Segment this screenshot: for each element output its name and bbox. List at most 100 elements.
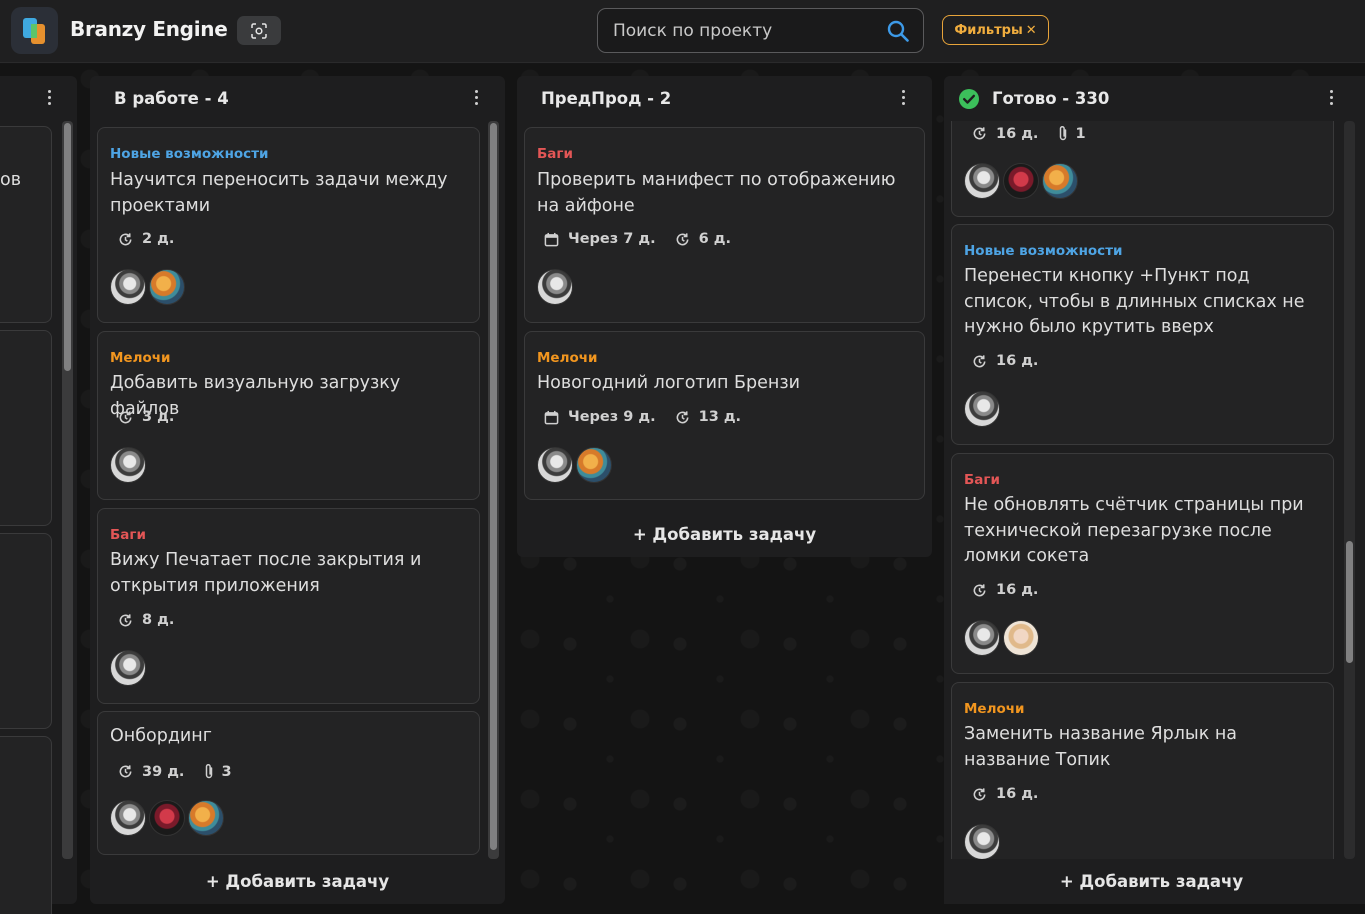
card-assignees — [537, 269, 576, 305]
search-placeholder: Поиск по проекту — [613, 21, 773, 41]
add-task-button[interactable]: + Добавить задачу — [517, 525, 932, 544]
task-card[interactable] — [0, 533, 52, 729]
avatar[interactable] — [110, 650, 146, 686]
filters-button[interactable]: Фильтры ✕ — [942, 15, 1049, 45]
task-card[interactable]: Мелочи Заменить название Ярлык на назван… — [951, 682, 1334, 872]
task-card[interactable]: Баги Вижу Печатает после закрытия и откр… — [97, 508, 480, 704]
avatar[interactable] — [537, 447, 573, 483]
history-icon — [119, 232, 132, 245]
card-meta: 2 д. — [118, 231, 193, 247]
card-meta: 3 д. — [118, 409, 193, 425]
avatar[interactable] — [110, 269, 146, 305]
card-age: 8 д. — [142, 612, 175, 628]
card-tag: Новые возможности — [110, 146, 269, 162]
card-assignees — [964, 620, 1042, 656]
avatar[interactable] — [537, 269, 573, 305]
focus-icon — [251, 22, 267, 39]
kebab-menu-icon[interactable] — [1330, 90, 1334, 108]
task-card[interactable]: Мелочи Добавить визуальную загрузку файл… — [97, 331, 480, 500]
column-in-progress: В работе - 4 Новые возможности Научится … — [90, 76, 505, 904]
card-tag: Баги — [537, 146, 573, 162]
avatar[interactable] — [1003, 163, 1039, 199]
close-icon[interactable]: ✕ — [1026, 23, 1037, 38]
column-title: В работе - 4 — [114, 89, 229, 108]
history-icon — [119, 613, 132, 626]
history-icon — [973, 354, 986, 367]
card-title: Перенести кнопку +Пункт под список, чтоб… — [964, 266, 1305, 337]
avatar[interactable] — [1042, 163, 1078, 199]
column-partial: ов — [0, 76, 77, 914]
avatar[interactable] — [188, 800, 224, 836]
kebab-menu-icon[interactable] — [475, 90, 479, 108]
avatar[interactable] — [149, 800, 185, 836]
task-card[interactable]: Новые возможности Научится переносить за… — [97, 127, 480, 323]
card-tag: Мелочи — [110, 350, 171, 366]
card-age: 16 д. — [996, 582, 1039, 598]
card-meta: Через 7 д. 6 д. — [544, 231, 750, 247]
avatar[interactable] — [964, 620, 1000, 656]
avatar[interactable] — [110, 447, 146, 483]
task-card[interactable]: Новые возможности Перенести кнопку +Пунк… — [951, 224, 1334, 445]
column-title: Готово - 330 — [992, 89, 1110, 108]
task-card[interactable]: Баги Проверить манифест по отображению н… — [524, 127, 925, 323]
search-input[interactable]: Поиск по проекту — [597, 8, 924, 53]
card-meta: Через 9 д. 13 д. — [544, 409, 760, 425]
card-assignees — [110, 447, 149, 483]
scrollbar-thumb[interactable] — [1346, 541, 1353, 663]
search-icon[interactable] — [887, 20, 909, 42]
card-title: Онбординг — [110, 726, 212, 746]
calendar-icon — [544, 410, 559, 424]
scrollbar-thumb[interactable] — [64, 123, 71, 371]
card-age: 39 д. — [142, 763, 185, 780]
screenshot-button[interactable] — [237, 16, 281, 45]
kebab-menu-icon[interactable] — [902, 90, 906, 108]
task-card[interactable]: ов — [0, 126, 52, 323]
check-circle-icon — [959, 89, 979, 109]
task-card[interactable]: Онбординг 39 д. 3 — [97, 711, 480, 855]
avatar[interactable] — [964, 824, 1000, 860]
card-assignees — [110, 800, 227, 836]
card-assignees — [964, 391, 1003, 427]
card-title: Проверить манифест по отображению на айф… — [537, 170, 896, 216]
card-title: Научится переносить задачи между проекта… — [110, 170, 448, 216]
card-due: Через 7 д. — [568, 231, 656, 247]
card-age: 3 д. — [142, 409, 175, 425]
add-task-button[interactable]: + Добавить задачу — [944, 872, 1359, 891]
avatar[interactable] — [964, 391, 1000, 427]
avatar[interactable] — [964, 163, 1000, 199]
card-assignees — [964, 163, 1081, 199]
avatar[interactable] — [110, 800, 146, 836]
scrollbar[interactable] — [488, 121, 499, 859]
scrollbar[interactable] — [62, 121, 73, 859]
avatar[interactable] — [149, 269, 185, 305]
card-title: Вижу Печатает после закрытия и открытия … — [110, 550, 422, 596]
card-meta: 16 д. — [972, 353, 1057, 369]
task-card[interactable] — [0, 736, 52, 914]
scrollbar[interactable] — [1344, 121, 1355, 859]
task-card[interactable]: Баги Не обновлять счётчик страницы при т… — [951, 453, 1334, 674]
history-icon — [676, 232, 689, 245]
card-title: Новогодний логотип Брензи — [537, 373, 801, 393]
card-title: Заменить название Ярлык на название Топи… — [964, 724, 1238, 770]
card-assignees — [537, 447, 615, 483]
card-meta: 16 д. — [972, 786, 1057, 802]
history-icon — [676, 410, 689, 423]
history-icon — [119, 410, 132, 423]
column-done: Готово - 330 16 д. 1 Новые возможности П… — [944, 76, 1365, 904]
paperclip-icon — [206, 763, 213, 779]
card-tag: Новые возможности — [964, 243, 1123, 259]
add-task-button[interactable]: + Добавить задачу — [90, 872, 505, 891]
avatar[interactable] — [1003, 620, 1039, 656]
kebab-menu-icon[interactable] — [48, 90, 52, 108]
task-card[interactable]: Мелочи Новогодний логотип Брензи Через 9… — [524, 331, 925, 500]
scrollbar-thumb[interactable] — [490, 123, 497, 850]
card-age: 16 д. — [996, 353, 1039, 369]
card-tag: Баги — [110, 527, 146, 543]
app-logo[interactable] — [11, 7, 58, 54]
task-card[interactable] — [0, 330, 52, 526]
card-attachments: 3 — [221, 763, 232, 780]
history-icon — [973, 583, 986, 596]
card-meta: 39 д. 3 — [118, 763, 251, 780]
avatar[interactable] — [576, 447, 612, 483]
column-header: ПредПрод - 2 — [517, 76, 932, 121]
